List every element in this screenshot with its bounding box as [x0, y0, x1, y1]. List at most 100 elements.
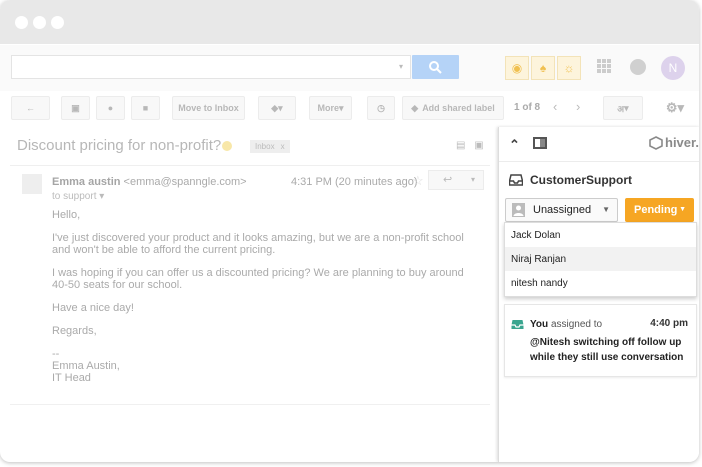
star-icon[interactable]: ☆	[412, 173, 424, 189]
search-input[interactable]	[11, 55, 411, 79]
sender-line: Emma austin <emma@spanngle.com>	[52, 176, 247, 188]
trash-icon: ■	[142, 103, 149, 113]
more-button[interactable]: More ▾	[309, 96, 352, 120]
sender-name: Emma austin	[52, 176, 121, 188]
recipient-details-icon[interactable]: ▾	[99, 191, 104, 202]
body-paragraph: Hello,	[52, 209, 81, 221]
gear-icon: ⚙▾	[665, 100, 685, 115]
shared-label-icon: ◆	[411, 102, 419, 113]
search-icon	[429, 61, 442, 74]
browser-window: ▾ ◉ ♠ ☼ N ← ▣ ● ■ Move to Inbox ◆▾ More ▾…	[0, 0, 699, 462]
label-tag-icon: ◆▾	[271, 102, 283, 113]
archive-icon: ▣	[71, 102, 80, 113]
delete-button[interactable]: ■	[131, 96, 160, 120]
input-tools-button[interactable]: अ ▾	[603, 96, 643, 120]
recipient-text: to support	[52, 191, 97, 202]
previous-page-icon[interactable]: ‹	[553, 99, 557, 114]
add-shared-label-text: Add shared label	[422, 103, 495, 113]
email-subject: Discount pricing for non-profit?	[17, 137, 222, 154]
clock-icon: ◷	[377, 102, 385, 113]
label-remove-icon[interactable]: x	[281, 142, 285, 151]
activity-card: You assigned to 4:40 pm @Nitesh switchin…	[504, 304, 697, 377]
assignee-select[interactable]: Unassigned ▼	[505, 198, 618, 222]
assignee-dropdown: Jack Dolan Niraj Ranjan nitesh nandy	[504, 222, 697, 297]
divider	[10, 404, 490, 405]
importance-marker-icon[interactable]	[222, 141, 232, 151]
archive-button[interactable]: ▣	[61, 96, 90, 120]
body-paragraph: Regards,	[52, 325, 97, 337]
next-page-icon[interactable]: ›	[576, 99, 580, 114]
collapse-icon[interactable]: ⌃	[509, 137, 520, 153]
apps-grid-icon[interactable]	[597, 59, 611, 73]
back-button[interactable]: ←	[11, 96, 50, 120]
divider	[10, 165, 490, 166]
chevron-down-icon: ▼	[679, 206, 686, 213]
shared-mailbox-name: CustomerSupport	[530, 173, 632, 187]
reply-button[interactable]: ↩ ▾	[428, 170, 484, 190]
hiver-logo: hiver.	[649, 135, 699, 150]
add-shared-label-button[interactable]: ◆ Add shared label	[402, 96, 504, 120]
sender-email: <emma@spanngle.com>	[123, 176, 247, 188]
dropdown-option[interactable]: nitesh nandy	[505, 271, 696, 295]
inbox-label-chip: Inbox x	[250, 140, 290, 153]
chevron-down-icon: ▼	[602, 205, 610, 214]
extension-icons: ◉ ♠ ☼	[505, 56, 581, 80]
hiver-brand: hiver.	[665, 135, 699, 150]
extension-sun-icon[interactable]: ☼	[557, 56, 581, 80]
assignee-value: Unassigned	[533, 204, 592, 216]
activity-actor: You	[530, 319, 549, 330]
activity-header: You assigned to	[530, 319, 602, 330]
more-label: More	[317, 103, 339, 113]
shared-mailbox: CustomerSupport	[509, 173, 632, 187]
window-close-control[interactable]	[15, 16, 28, 29]
move-to-inbox-button[interactable]: Move to Inbox	[172, 96, 245, 120]
status-button[interactable]: Pending ▼	[625, 198, 694, 222]
labels-button[interactable]: ◆▾	[258, 96, 296, 120]
inbox-tray-icon	[511, 320, 524, 329]
activity-note: @Nitesh switching off follow up while th…	[530, 337, 684, 363]
avatar[interactable]: N	[661, 56, 685, 80]
label-chip-text: Inbox	[255, 142, 275, 151]
message-body: Hello, I've just discovered your product…	[52, 209, 482, 384]
user-icon	[512, 203, 525, 217]
extension-globe-icon[interactable]: ◉	[505, 56, 529, 80]
status-value: Pending	[634, 204, 678, 216]
new-window-icon[interactable]: ▣	[474, 140, 483, 151]
reply-icon: ↩	[443, 174, 453, 186]
notifications-icon[interactable]	[630, 59, 646, 75]
signature-line: --	[52, 348, 60, 360]
dropdown-option[interactable]: Jack Dolan	[505, 223, 696, 247]
title-bar	[0, 0, 699, 44]
settings-button[interactable]: ⚙▾	[657, 96, 693, 120]
hiver-panel: ⌃ hiver. CustomerSupport Unassigned ▼ Pe…	[498, 127, 699, 462]
header-actions: ▤ ▣	[456, 140, 484, 151]
body-paragraph: I was hoping if you can offer us a disco…	[52, 267, 464, 291]
spam-icon: ●	[107, 103, 114, 113]
print-icon[interactable]: ▤	[456, 140, 465, 151]
reply-options-icon[interactable]: ▾	[471, 175, 475, 184]
search-button[interactable]	[412, 55, 459, 79]
extension-bell-icon[interactable]: ♠	[531, 56, 555, 80]
search-options-icon[interactable]: ▾	[399, 62, 403, 71]
message-time: 4:31 PM (20 minutes ago)	[291, 176, 418, 188]
dropdown-option[interactable]: Niraj Ranjan	[505, 247, 696, 271]
sidebar-toggle-icon[interactable]	[533, 137, 547, 149]
snooze-button[interactable]: ◷	[367, 96, 395, 120]
inbox-tray-icon	[509, 174, 523, 186]
report-spam-button[interactable]: ●	[96, 96, 125, 120]
sender-avatar	[22, 174, 42, 194]
back-arrow-icon: ←	[26, 103, 35, 113]
body-paragraph: Have a nice day!	[52, 302, 134, 314]
body-paragraph: I've just discovered your product and it…	[52, 232, 464, 256]
recipient-line: to support ▾	[52, 191, 104, 202]
signature-line: Emma Austin,	[52, 360, 120, 372]
activity-action: assigned to	[550, 319, 603, 330]
window-minimize-control[interactable]	[33, 16, 46, 29]
pagination-text: 1 of 8	[514, 102, 541, 113]
window-maximize-control[interactable]	[51, 16, 64, 29]
hiver-panel-header: ⌃ hiver.	[499, 127, 699, 162]
signature-line: IT Head	[52, 372, 91, 384]
activity-time: 4:40 pm	[650, 318, 688, 329]
input-tools-label: अ	[617, 103, 625, 114]
hiver-hexagon-icon	[649, 135, 663, 150]
